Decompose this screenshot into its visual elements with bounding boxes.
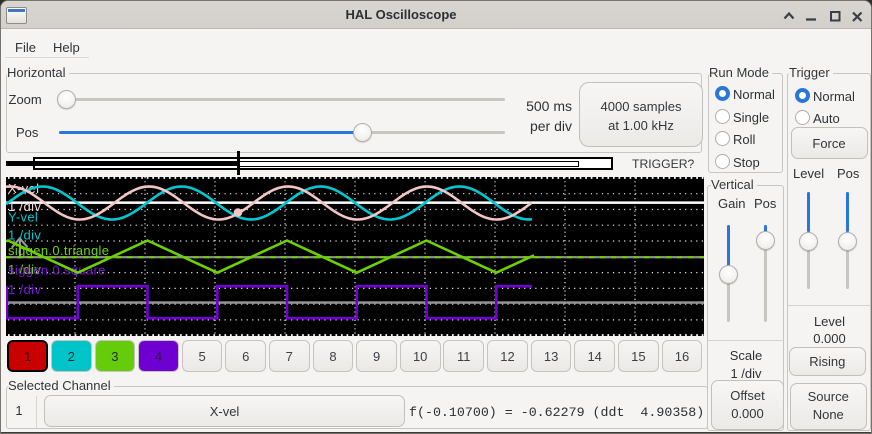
svg-text:Y-vel: Y-vel <box>8 209 38 224</box>
svg-text:siggen.0.square: siggen.0.square <box>8 262 106 277</box>
svg-text:1 /div: 1 /div <box>8 227 41 242</box>
svg-text:siggen.0.triangle: siggen.0.triangle <box>8 243 109 258</box>
svg-text:1 /div: 1 /div <box>8 282 41 297</box>
